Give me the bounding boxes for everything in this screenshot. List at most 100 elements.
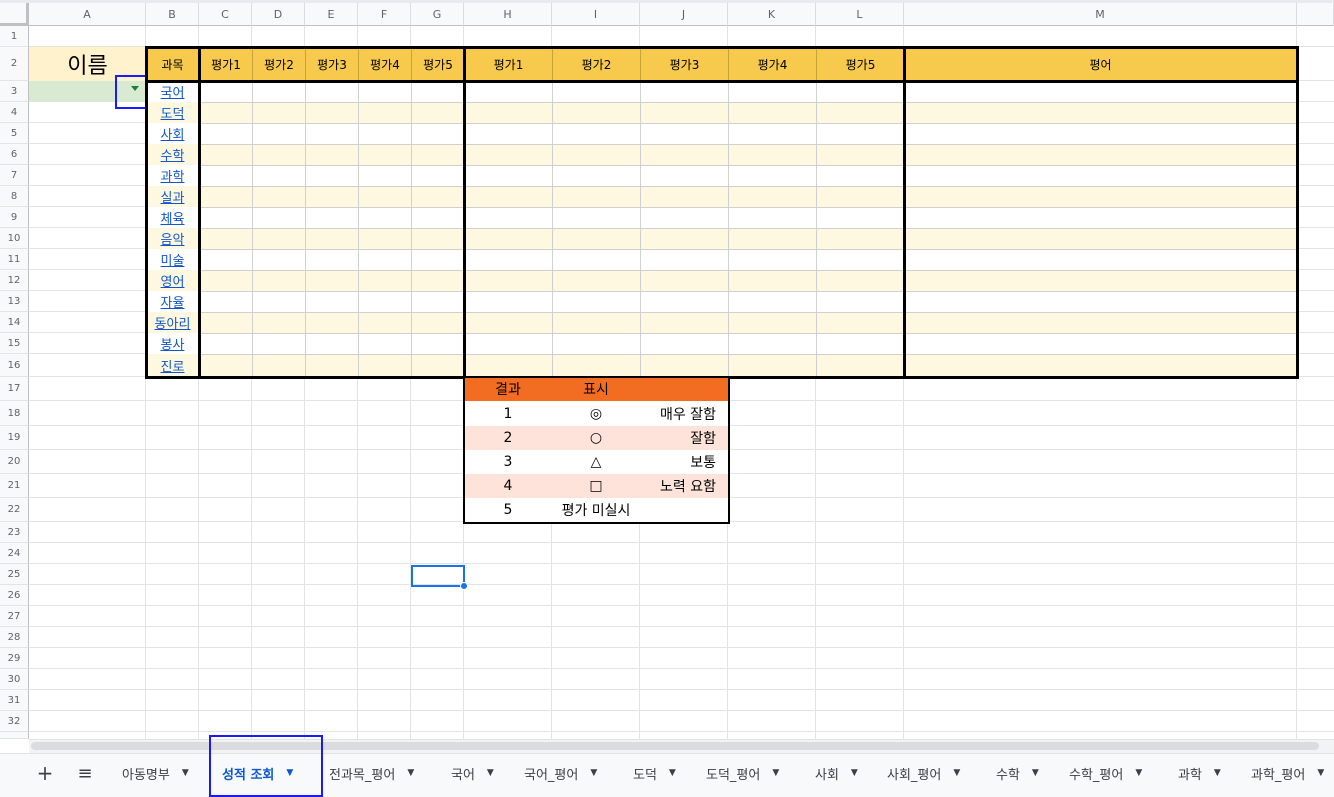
eval-cell[interactable] [816,102,904,123]
row-header-24[interactable]: 24 [0,543,29,564]
sheet-tab-7[interactable]: 도덕_평어 ▼ [706,755,779,791]
column-header-m[interactable]: M [904,3,1297,26]
eval-cell[interactable] [199,270,252,291]
eval-cell[interactable] [640,228,728,249]
eval-cell[interactable] [816,291,904,312]
eval-cell[interactable] [464,312,552,333]
eval-cell[interactable] [464,102,552,123]
eval-cell[interactable] [358,165,411,186]
comment-cell[interactable] [904,333,1297,354]
comment-cell[interactable] [904,270,1297,291]
eval-cell[interactable] [411,291,464,312]
eval-cell[interactable] [552,186,640,207]
eval-cell[interactable] [358,207,411,228]
eval-cell[interactable] [816,270,904,291]
eval-cell[interactable] [411,186,464,207]
eval-cell[interactable] [358,354,411,377]
eval-cell[interactable] [199,249,252,270]
eval-cell[interactable] [411,228,464,249]
subject-cell[interactable]: 동아리 [146,312,199,333]
eval-cell[interactable] [816,123,904,144]
eval-cell[interactable] [464,186,552,207]
subject-link-6[interactable]: 실과 [161,187,185,206]
row-header-30[interactable]: 30 [0,669,29,690]
eval-cell[interactable] [358,291,411,312]
eval-cell[interactable] [728,207,816,228]
eval-cell[interactable] [305,81,358,102]
eval-cell[interactable] [552,270,640,291]
sheet-tab-12[interactable]: 과학 ▼ [1178,755,1221,791]
eval-cell[interactable] [816,186,904,207]
eval-cell[interactable] [199,312,252,333]
column-header-c[interactable]: C [199,3,252,26]
comment-cell[interactable] [904,102,1297,123]
eval-cell[interactable] [640,249,728,270]
subject-cell[interactable]: 음악 [146,228,199,249]
column-header-d[interactable]: D [252,3,305,26]
eval-cell[interactable] [411,333,464,354]
eval-cell[interactable] [305,354,358,377]
chevron-down-icon[interactable]: ▼ [1214,768,1221,778]
column-header-b[interactable]: B [146,3,199,26]
eval-cell[interactable] [728,165,816,186]
column-header-j[interactable]: J [640,3,728,26]
eval-cell[interactable] [252,333,305,354]
subject-link-1[interactable]: 국어 [161,82,185,101]
comment-cell[interactable] [904,228,1297,249]
eval-cell[interactable] [552,165,640,186]
eval-cell[interactable] [640,165,728,186]
subject-cell[interactable]: 사회 [146,123,199,144]
eval-cell[interactable] [305,312,358,333]
eval-cell[interactable] [816,144,904,165]
subject-link-7[interactable]: 체육 [161,208,185,227]
chevron-down-icon[interactable]: ▼ [1135,768,1142,778]
comment-cell[interactable] [904,312,1297,333]
eval-cell[interactable] [464,123,552,144]
eval-cell[interactable] [411,207,464,228]
eval-cell[interactable] [464,354,552,377]
eval-cell[interactable] [464,270,552,291]
column-header-h[interactable]: H [464,3,552,26]
eval-cell[interactable] [358,333,411,354]
sheet-tab-6[interactable]: 도덕 ▼ [633,755,676,791]
comment-cell[interactable] [904,249,1297,270]
eval-cell[interactable] [199,207,252,228]
eval-cell[interactable] [411,249,464,270]
chevron-down-icon[interactable]: ▼ [1032,768,1039,778]
row-header-16[interactable]: 16 [0,354,29,377]
eval-cell[interactable] [305,165,358,186]
eval-cell[interactable] [358,270,411,291]
eval-cell[interactable] [358,123,411,144]
sheet-tab-10[interactable]: 수학 ▼ [996,755,1039,791]
eval-cell[interactable] [358,228,411,249]
row-header-29[interactable]: 29 [0,648,29,669]
column-header-e[interactable]: E [305,3,358,26]
chevron-down-icon[interactable]: ▼ [851,768,858,778]
eval-cell[interactable] [816,249,904,270]
subject-link-10[interactable]: 영어 [161,271,185,290]
eval-cell[interactable] [728,312,816,333]
row-header-31[interactable]: 31 [0,690,29,711]
eval-cell[interactable] [640,354,728,377]
eval-cell[interactable] [816,228,904,249]
eval-cell[interactable] [464,249,552,270]
eval-cell[interactable] [411,312,464,333]
eval-cell[interactable] [411,144,464,165]
row-header-4[interactable]: 4 [0,102,29,123]
eval-cell[interactable] [728,228,816,249]
eval-cell[interactable] [199,123,252,144]
eval-cell[interactable] [640,123,728,144]
row-header-14[interactable]: 14 [0,312,29,333]
comment-cell[interactable] [904,144,1297,165]
subject-link-4[interactable]: 수학 [161,145,185,164]
eval-cell[interactable] [252,123,305,144]
eval-cell[interactable] [552,123,640,144]
eval-cell[interactable] [728,123,816,144]
eval-cell[interactable] [411,81,464,102]
eval-cell[interactable] [464,228,552,249]
eval-cell[interactable] [199,144,252,165]
eval-cell[interactable] [640,333,728,354]
eval-cell[interactable] [358,312,411,333]
subject-link-2[interactable]: 도덕 [161,103,185,122]
row-header-17[interactable]: 17 [0,377,29,401]
